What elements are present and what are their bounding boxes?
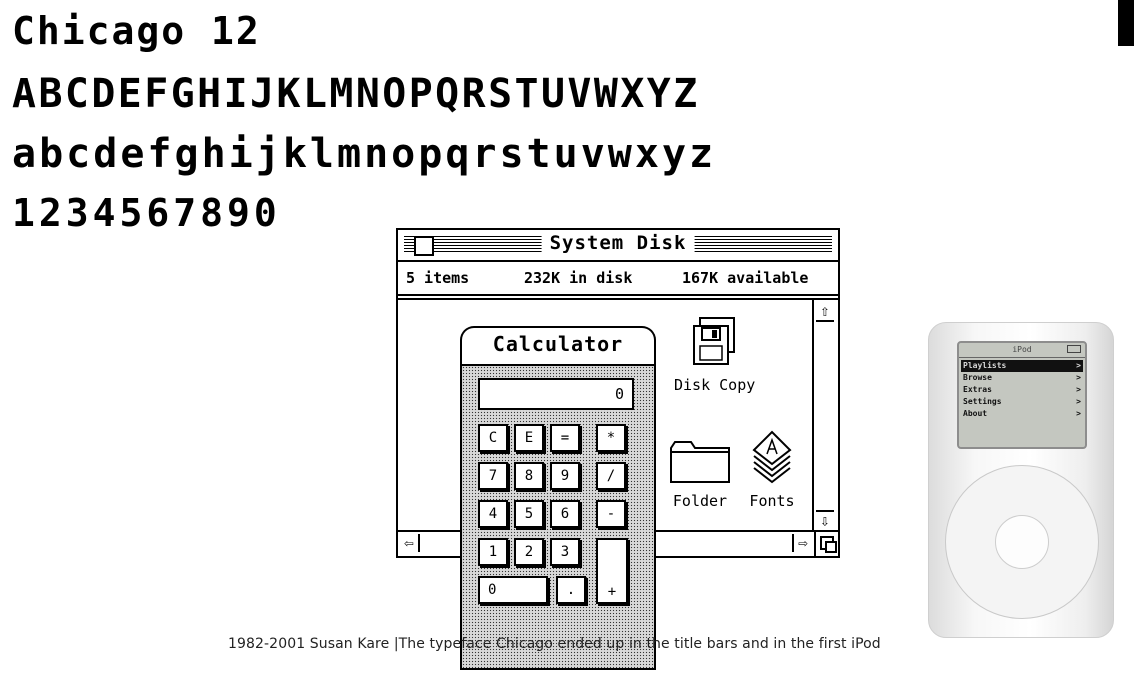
window-titlebar[interactable]: System Disk (398, 230, 838, 262)
specimen-title: Chicago 12 (12, 9, 261, 53)
calculator-title: Calculator (492, 332, 624, 356)
ipod-menu-label: About (963, 409, 988, 418)
scroll-left-icon[interactable]: ⇦ (400, 534, 420, 552)
ipod-menu-label: Settings (963, 397, 1002, 406)
folder-item[interactable]: Folder (668, 440, 732, 510)
calc-key[interactable]: . (556, 576, 586, 604)
folder-icon (670, 441, 730, 483)
window-title: System Disk (541, 232, 695, 254)
chevron-right-icon: > (1076, 397, 1081, 406)
disk-copy-icon (693, 317, 735, 365)
specimen-digits: 1234567890 (12, 191, 281, 235)
ipod-menu-label: Extras (963, 385, 992, 394)
ipod-device: iPod Playlists > Browse > Extras > Settings > Ab… (928, 322, 1114, 638)
chevron-right-icon: > (1076, 373, 1081, 382)
center-button[interactable] (995, 515, 1049, 569)
calc-key[interactable]: * (596, 424, 626, 452)
calc-key[interactable]: 9 (550, 462, 580, 490)
calc-key[interactable]: 7 (478, 462, 508, 490)
calc-key[interactable]: 2 (514, 538, 544, 566)
chevron-right-icon: > (1076, 361, 1081, 370)
calc-key[interactable]: = (550, 424, 580, 452)
ipod-menu-item[interactable]: Settings > (961, 396, 1083, 408)
ipod-menu-item[interactable]: Browse > (961, 372, 1083, 384)
calculator-window: Calculator 0 C E = * 7 8 9 / 4 5 6- 1 2 3 +0. (460, 326, 656, 670)
scroll-down-icon[interactable]: ⇩ (816, 510, 834, 530)
ipod-menu-item[interactable]: About > (961, 408, 1083, 420)
disk-available: 167K available (682, 269, 809, 287)
disk-used: 232K in disk (524, 269, 633, 287)
calculator-titlebar[interactable]: Calculator (460, 326, 656, 366)
calc-key[interactable]: 4 (478, 500, 508, 528)
vertical-scrollbar[interactable]: ⇧ ⇩ (812, 300, 838, 532)
fonts-item[interactable]: Fonts (742, 430, 802, 510)
resize-box-icon[interactable] (814, 532, 838, 556)
calculator-display: 0 (478, 378, 634, 410)
calc-key[interactable]: 0 (478, 576, 548, 604)
calculator-body: 0 C E = * 7 8 9 / 4 5 6- 1 2 3 +0. (460, 364, 656, 670)
ipod-menu-item[interactable]: Extras > (961, 384, 1083, 396)
click-wheel[interactable] (945, 465, 1099, 619)
ipod-menu-label: Browse (963, 373, 992, 382)
close-box-icon[interactable] (414, 236, 434, 256)
folder-label: Folder (672, 492, 728, 510)
specimen-uppercase: ABCDEFGHIJKLMNOPQRSTUVWXYZ (12, 71, 700, 117)
fonts-icon (752, 430, 792, 484)
calc-key[interactable]: - (596, 500, 626, 528)
divider (398, 298, 838, 300)
calc-key[interactable]: 3 (550, 538, 580, 566)
scroll-up-icon[interactable]: ⇧ (816, 302, 834, 322)
ipod-screen: iPod Playlists > Browse > Extras > Settings > Ab… (957, 341, 1087, 449)
caption: 1982-2001 Susan Kare |The typeface Chica… (228, 636, 881, 652)
scroll-right-icon[interactable]: ⇨ (792, 534, 812, 552)
calc-key[interactable]: 1 (478, 538, 508, 566)
corner-mark (1118, 0, 1134, 46)
window-info-bar: 5 items 232K in disk 167K available (398, 262, 838, 296)
item-count: 5 items (406, 269, 470, 287)
chevron-right-icon: > (1076, 409, 1081, 418)
calc-key[interactable]: 8 (514, 462, 544, 490)
calc-key[interactable]: 5 (514, 500, 544, 528)
ipod-menu-item[interactable]: Playlists > (961, 360, 1083, 372)
specimen-lowercase: abcdefghijklmnopqrstuvwxyz (12, 131, 717, 177)
calc-key[interactable]: / (596, 462, 626, 490)
calc-key[interactable]: + (596, 538, 628, 604)
disk-copy-label: Disk Copy (674, 376, 756, 394)
disk-copy-item[interactable]: Disk Copy (674, 316, 756, 394)
battery-icon (1067, 345, 1081, 353)
calc-key[interactable]: 6 (550, 500, 580, 528)
ipod-menu-label: Playlists (963, 361, 1007, 370)
calc-key[interactable]: E (514, 424, 544, 452)
fonts-label: Fonts (749, 492, 795, 510)
ipod-menu: Playlists > Browse > Extras > Settings > About > (961, 360, 1083, 420)
calc-key[interactable]: C (478, 424, 508, 452)
chevron-right-icon: > (1076, 385, 1081, 394)
